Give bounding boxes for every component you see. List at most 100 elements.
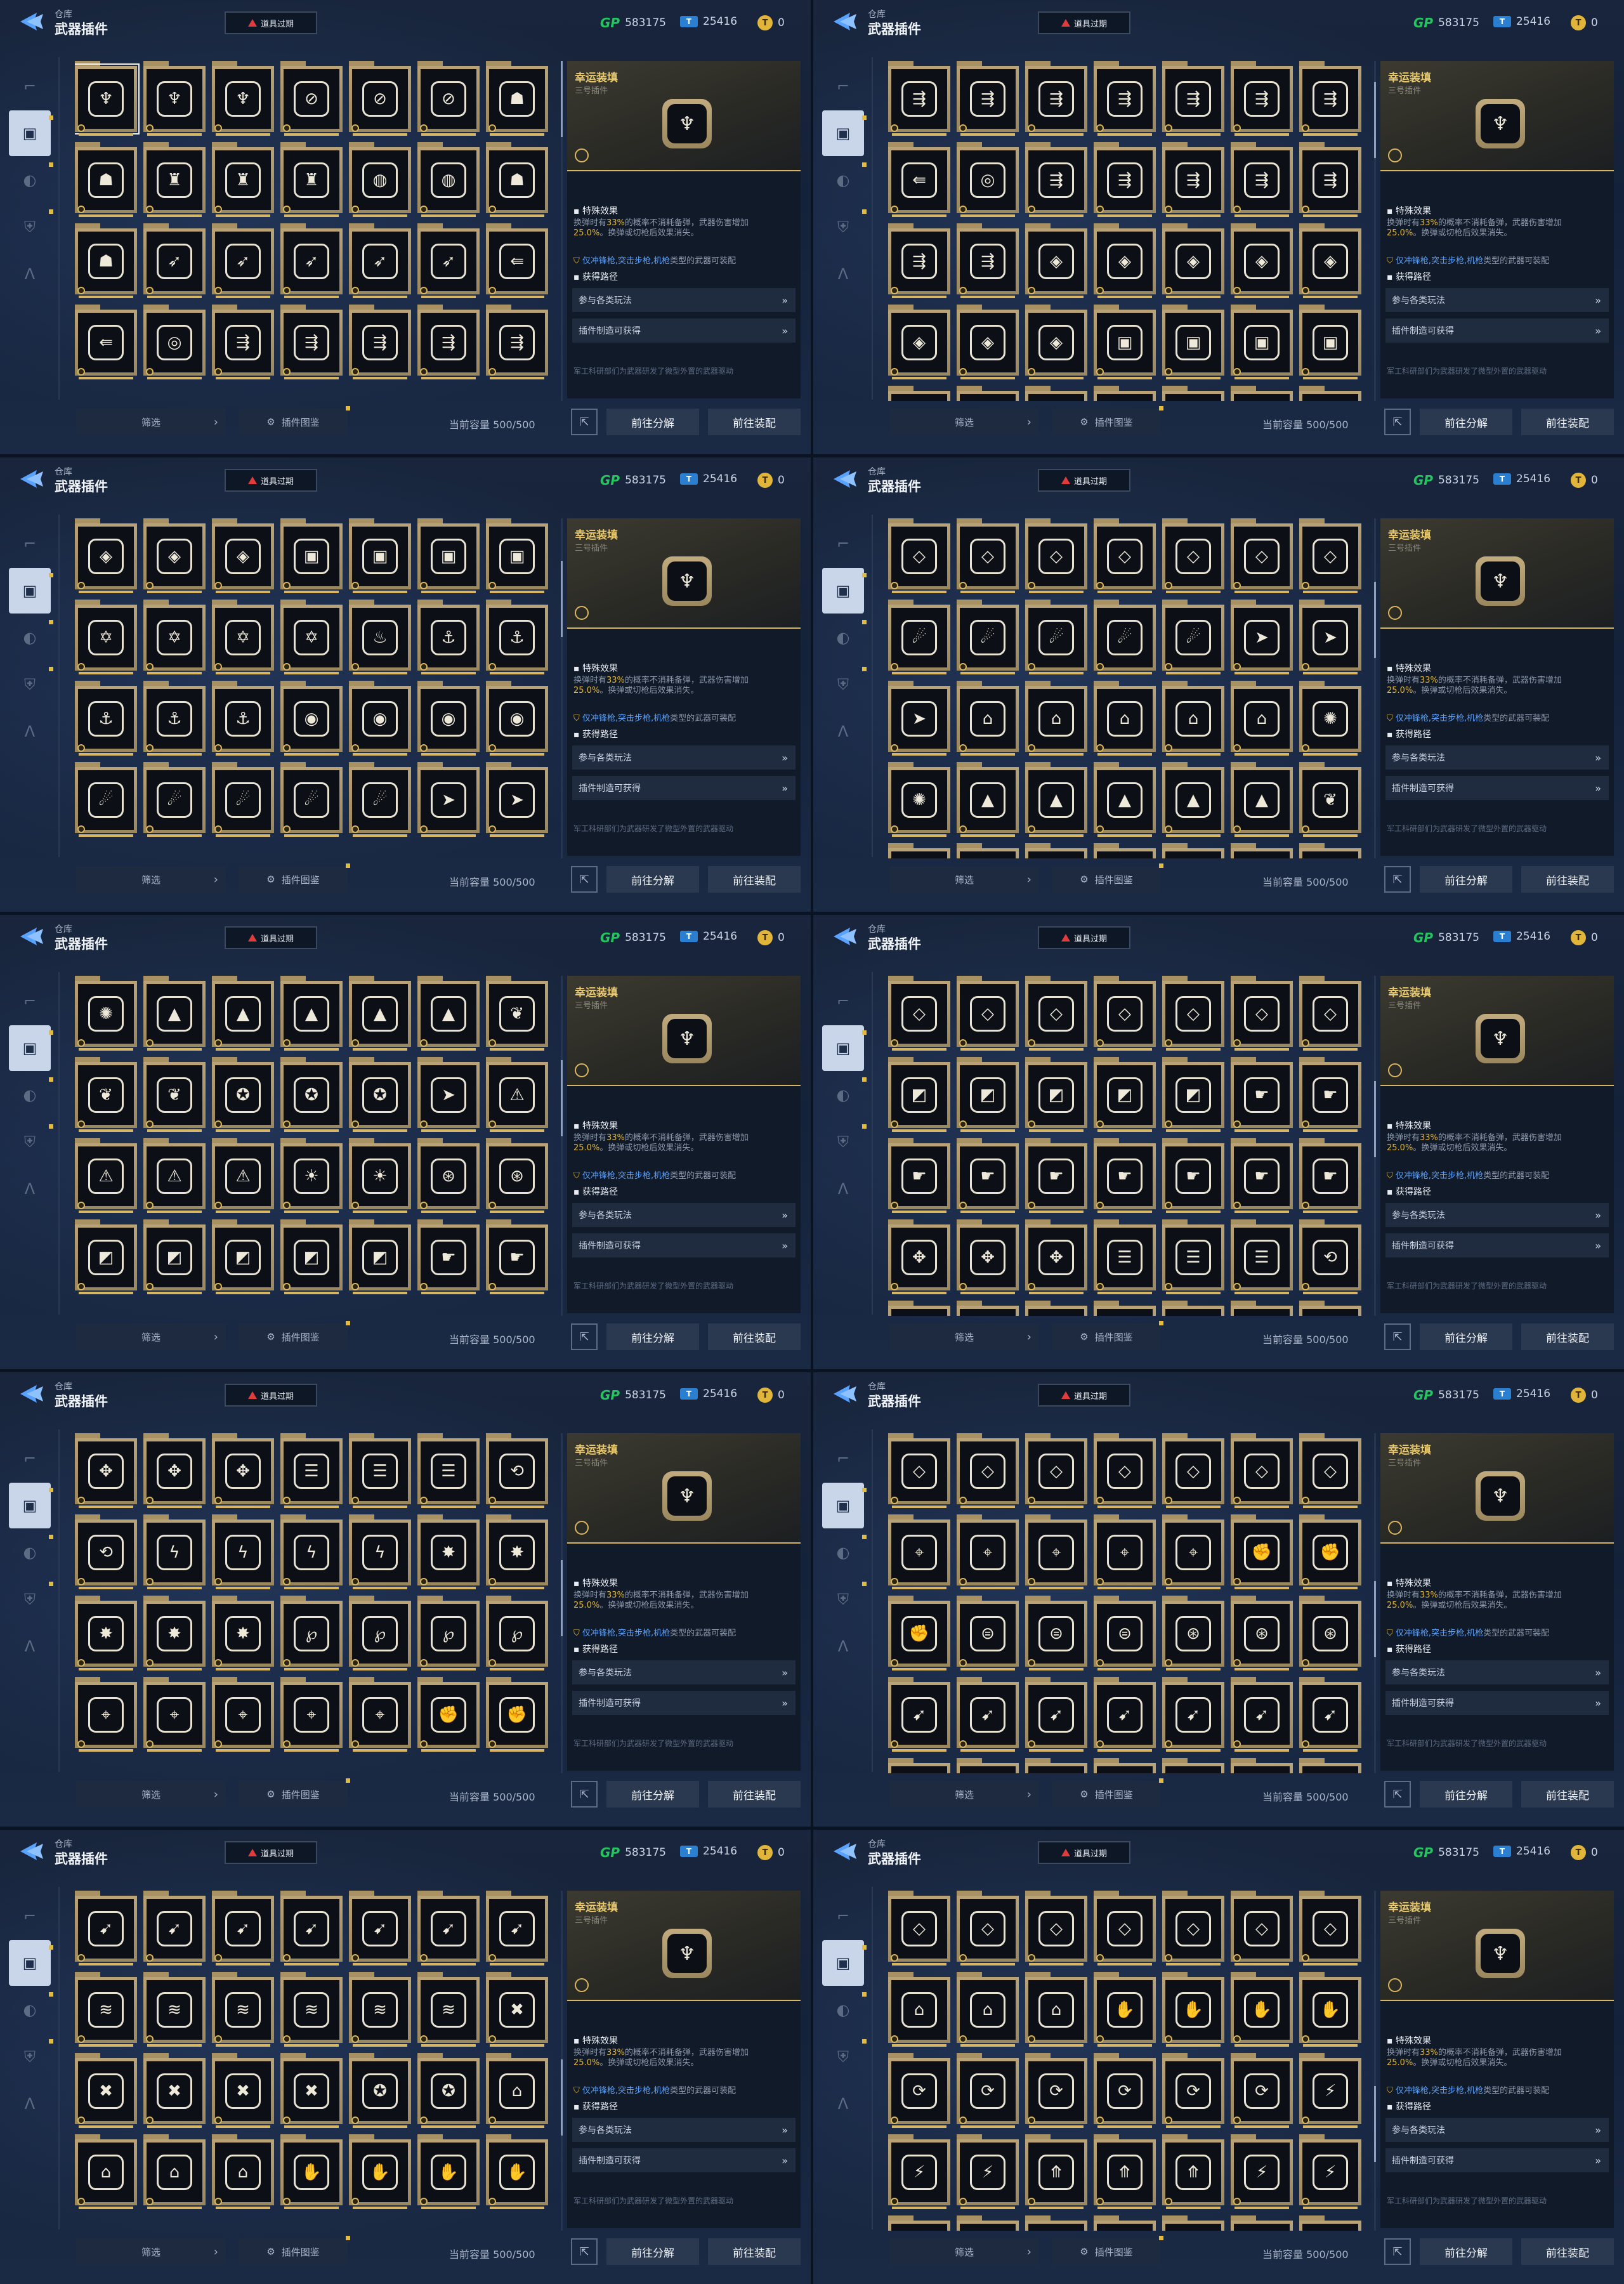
plugin-slot[interactable]: ⇶ (1162, 61, 1224, 137)
plugin-slot[interactable]: ⌖ (1162, 1514, 1224, 1591)
plugin-slot[interactable]: ◇ (1162, 518, 1224, 594)
plugin-slot[interactable]: ◩ (957, 1057, 1019, 1133)
plugin-atlas-button[interactable]: ⚙ 插件图鉴 (239, 406, 350, 435)
grid-scrollbar[interactable] (1374, 1891, 1376, 2231)
plugin-slot[interactable]: ▲ (280, 976, 343, 1052)
expired-items-button[interactable]: 道具过期 (225, 926, 317, 949)
plugin-slot[interactable]: ➹ (212, 1891, 274, 1967)
source-crafting-button[interactable]: 插件制造可获得» (572, 318, 796, 343)
plugin-slot[interactable]: ☛ (1231, 1138, 1293, 1214)
plugin-slot[interactable]: ⟳ (888, 2053, 950, 2129)
plugin-slot[interactable]: ⟳ (1231, 2053, 1293, 2129)
back-arrow-icon[interactable] (831, 466, 859, 492)
scrollbar-thumb[interactable] (1374, 581, 1376, 658)
plugin-slot[interactable]: ⊘ (280, 61, 343, 137)
plugin-slot[interactable]: ➶ (417, 223, 480, 299)
plugin-slot[interactable]: ➤ (486, 762, 548, 838)
plugin-slot[interactable]: ▲ (1094, 762, 1156, 838)
plugin-slot[interactable]: ▣ (486, 518, 548, 594)
plugin-slot[interactable]: ⌂ (1231, 681, 1293, 757)
sidebar-item-armor[interactable]: ⛨ (822, 1119, 867, 1165)
sidebar-item-pistol[interactable]: ⌐ (822, 63, 864, 109)
plugin-slot[interactable]: ☄ (280, 762, 343, 838)
sidebar-item-plugins[interactable]: ▣ (9, 1025, 53, 1071)
plugin-slot[interactable]: ⇶ (486, 305, 548, 381)
plugin-slot[interactable]: ☄ (1094, 600, 1156, 676)
plugin-slot[interactable]: ⤊ (1025, 2134, 1087, 2210)
source-crafting-button[interactable]: 插件制造可获得» (1385, 776, 1609, 800)
plugin-slot[interactable]: ◇ (1299, 1433, 1361, 1509)
plugin-slot[interactable]: ⊛ (486, 1138, 548, 1214)
plugin-slot[interactable]: ⚡ (888, 2134, 950, 2210)
plugin-slot[interactable]: ➹ (1162, 1677, 1224, 1753)
plugin-slot[interactable]: ➹ (1025, 1677, 1087, 1753)
export-button[interactable]: ⇱ (571, 1323, 598, 1350)
plugin-slot[interactable]: ⌖ (349, 1677, 411, 1753)
plugin-slot[interactable]: ⇶ (888, 223, 950, 299)
plugin-slot[interactable]: ☰ (349, 1433, 411, 1509)
sidebar-item-badge[interactable]: Λ (822, 1166, 864, 1212)
plugin-slot[interactable]: ☄ (75, 762, 137, 838)
sidebar-item-armor[interactable]: ⛨ (9, 2034, 53, 2080)
plugin-slot[interactable]: ▣ (1162, 305, 1224, 381)
plugin-slot[interactable]: ▲ (1025, 762, 1087, 838)
plugin-slot[interactable]: ✥ (888, 1219, 950, 1296)
sidebar-item-grenade[interactable]: ◐ (9, 615, 53, 660)
plugin-slot[interactable]: ◩ (1094, 1057, 1156, 1133)
export-button[interactable]: ⇱ (1384, 1323, 1411, 1350)
plugin-slot[interactable]: ⌖ (1025, 1514, 1087, 1591)
plugin-slot[interactable]: ◈ (1231, 223, 1293, 299)
export-button[interactable]: ⇱ (1384, 866, 1411, 893)
equip-button[interactable]: 前往装配 (708, 409, 801, 435)
export-button[interactable]: ⇱ (571, 1781, 598, 1808)
filter-button[interactable]: 筛选 › (889, 1323, 1039, 1350)
grid-scrollbar[interactable] (1374, 976, 1376, 1316)
source-gameplay-button[interactable]: 参与各类玩法» (572, 745, 796, 770)
plugin-slot[interactable]: ◇ (1025, 976, 1087, 1052)
plugin-slot[interactable]: ❦ (1025, 843, 1087, 858)
plugin-slot[interactable]: ☛ (1299, 1057, 1361, 1133)
plugin-slot[interactable]: ➶ (143, 223, 206, 299)
plugin-slot[interactable]: ⇶ (417, 305, 480, 381)
plugin-atlas-button[interactable]: ⚙ 插件图鉴 (239, 1321, 350, 1350)
export-button[interactable]: ⇱ (571, 409, 598, 435)
plugin-slot[interactable]: ☛ (957, 1138, 1019, 1214)
plugin-slot[interactable]: ✡ (212, 600, 274, 676)
scrollbar-thumb[interactable] (561, 2059, 563, 2136)
plugin-slot[interactable]: ✡ (1094, 386, 1156, 401)
plugin-slot[interactable]: ⚓ (1231, 386, 1293, 401)
scrollbar-thumb[interactable] (1374, 2085, 1376, 2162)
plugin-slot[interactable]: ⇶ (1094, 61, 1156, 137)
sidebar-item-grenade[interactable]: ◐ (9, 1530, 53, 1575)
back-arrow-icon[interactable] (18, 466, 46, 492)
plugin-slot[interactable]: ✖ (280, 2053, 343, 2129)
equip-button[interactable]: 前往装配 (708, 1781, 801, 1808)
source-gameplay-button[interactable]: 参与各类玩法» (572, 1660, 796, 1684)
sidebar-item-grenade[interactable]: ◐ (9, 1987, 53, 2033)
source-crafting-button[interactable]: 插件制造可获得» (572, 2148, 796, 2172)
plugin-slot[interactable]: ✡ (888, 386, 950, 401)
plugin-slot[interactable]: ➹ (1094, 1677, 1156, 1753)
decompose-button[interactable]: 前往分解 (606, 1781, 699, 1808)
source-gameplay-button[interactable]: 参与各类玩法» (572, 288, 796, 312)
plugin-slot[interactable]: ♨ (349, 600, 411, 676)
expired-items-button[interactable]: 道具过期 (1038, 11, 1130, 34)
plugin-slot[interactable]: ➹ (888, 1677, 950, 1753)
plugin-slot[interactable]: ◎ (957, 142, 1019, 218)
grid-scrollbar[interactable] (1374, 61, 1376, 401)
plugin-slot[interactable]: ☗ (75, 142, 137, 218)
decompose-button[interactable]: 前往分解 (1420, 1323, 1512, 1350)
export-button[interactable]: ⇱ (571, 866, 598, 893)
plugin-slot[interactable]: ➹ (143, 1891, 206, 1967)
plugin-slot[interactable]: ▣ (280, 518, 343, 594)
sidebar-item-plugins[interactable]: ▣ (9, 1483, 53, 1528)
plugin-slot[interactable]: ⊘ (417, 61, 480, 137)
scrollbar-thumb[interactable] (561, 1559, 563, 1636)
sidebar-item-pistol[interactable]: ⌐ (9, 1893, 51, 1939)
plugin-slot[interactable]: ⌂ (486, 2053, 548, 2129)
scrollbar-thumb[interactable] (1374, 82, 1376, 159)
plugin-slot[interactable]: ❦ (75, 1057, 137, 1133)
plugin-slot[interactable]: ◩ (1162, 1057, 1224, 1133)
plugin-atlas-button[interactable]: ⚙ 插件图鉴 (1052, 1778, 1163, 1808)
filter-button[interactable]: 筛选 › (76, 1323, 226, 1350)
